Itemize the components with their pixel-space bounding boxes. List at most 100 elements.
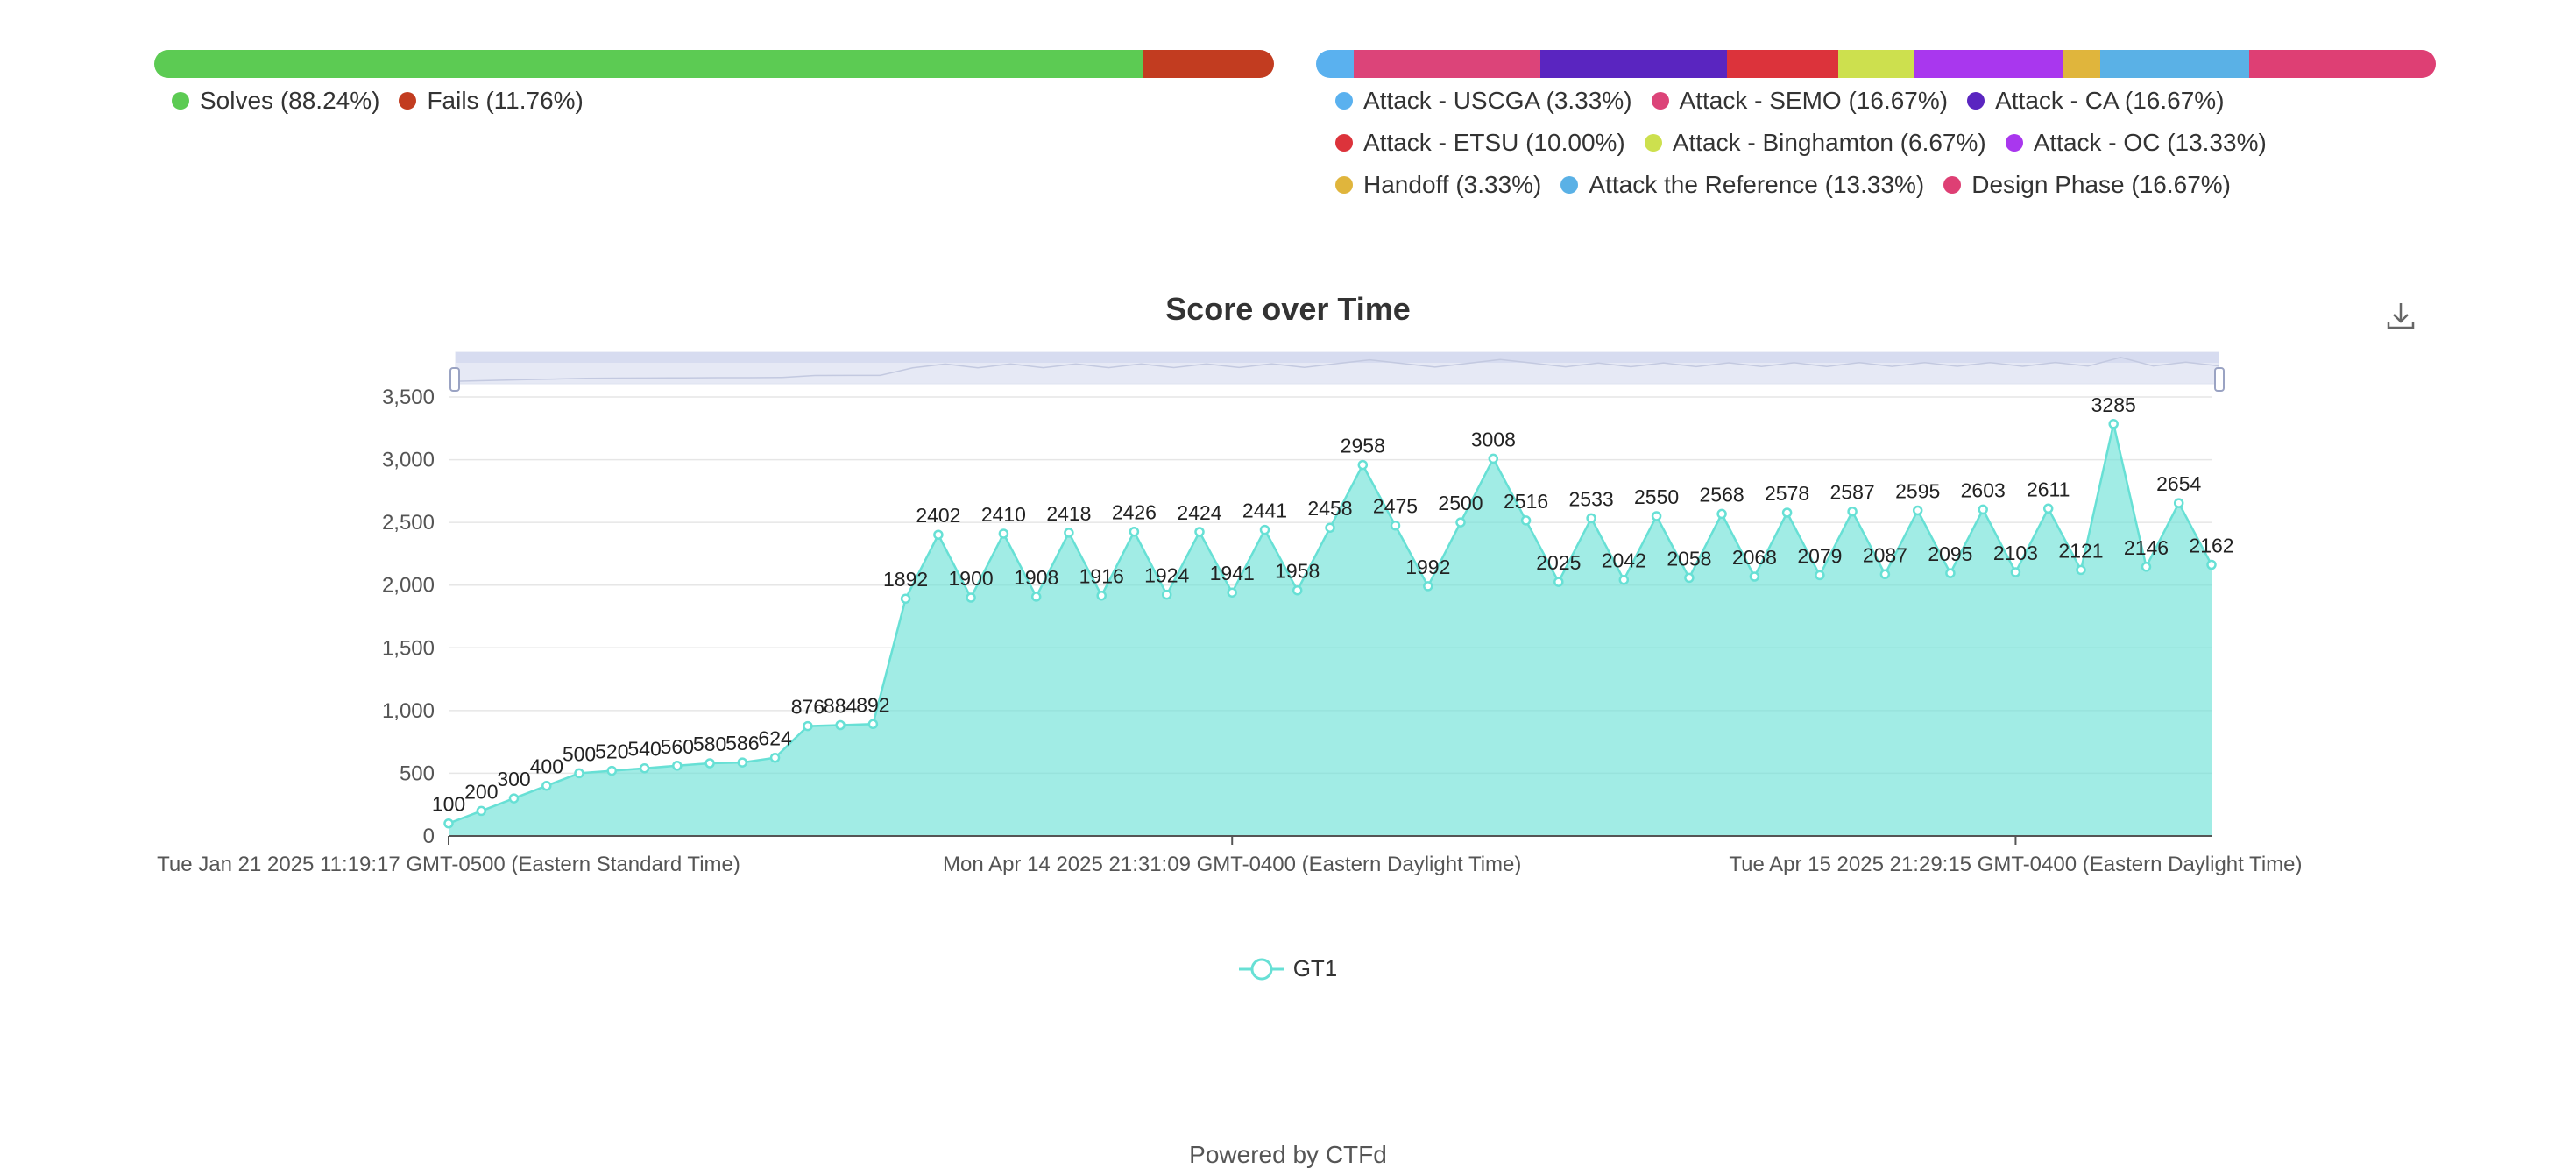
data-point[interactable] — [1520, 515, 1532, 526]
data-point[interactable] — [803, 720, 813, 732]
category-legend-item[interactable]: Attack - CA (16.67%) — [1967, 80, 2225, 122]
category-legend-item[interactable]: Handoff (3.33%) — [1335, 164, 1541, 206]
data-point[interactable] — [508, 793, 520, 804]
legend-dot-icon — [172, 92, 189, 110]
legend-label: Attack - USCGA (3.33%) — [1363, 87, 1632, 114]
category-legend-item[interactable]: Design Phase (16.67%) — [1943, 164, 2231, 206]
data-point[interactable] — [443, 818, 454, 829]
category-legend-item[interactable]: Attack - SEMO (16.67%) — [1651, 80, 1948, 122]
data-point[interactable] — [2042, 503, 2054, 514]
data-point[interactable] — [1030, 592, 1042, 602]
data-point[interactable] — [933, 529, 944, 540]
data-point[interactable] — [2010, 567, 2021, 577]
data-label: 2654 — [2156, 472, 2201, 495]
data-point[interactable] — [2173, 498, 2184, 508]
data-point[interactable] — [541, 780, 552, 791]
data-point[interactable] — [1651, 511, 1662, 521]
series-legend[interactable]: GT1 — [0, 955, 2576, 982]
category-segment[interactable] — [1353, 50, 1540, 78]
data-point[interactable] — [1390, 520, 1401, 531]
data-point[interactable] — [1684, 572, 1695, 584]
data-point[interactable] — [998, 528, 1009, 539]
data-point[interactable] — [1096, 590, 1107, 601]
data-point[interactable] — [1227, 587, 1237, 598]
data-label: 2121 — [2058, 539, 2103, 562]
data-point[interactable] — [1945, 568, 1956, 578]
legend-dot-icon — [2005, 134, 2023, 152]
data-point[interactable] — [2108, 419, 2119, 429]
data-point[interactable] — [672, 761, 683, 771]
category-segment[interactable] — [1838, 50, 1914, 78]
data-point[interactable] — [1847, 506, 1858, 517]
data-label: 2410 — [981, 503, 1026, 526]
data-point[interactable] — [1129, 526, 1140, 537]
category-legend-item[interactable]: Attack - OC (13.33%) — [2005, 122, 2267, 164]
data-point[interactable] — [867, 719, 879, 730]
data-point[interactable] — [1716, 508, 1727, 520]
data-label: 1916 — [1079, 565, 1124, 588]
download-icon[interactable] — [2383, 298, 2418, 333]
data-point[interactable] — [2141, 562, 2152, 572]
data-point[interactable] — [1781, 507, 1793, 518]
data-point[interactable] — [1292, 584, 1303, 596]
category-segment[interactable] — [1726, 50, 1839, 78]
solves-fails-legend: Solves (88.24%) Fails (11.76%) — [172, 80, 603, 122]
solves-fails-legend-item[interactable]: Fails (11.76%) — [399, 80, 584, 122]
data-label: 1908 — [1014, 566, 1058, 589]
data-point[interactable] — [1618, 574, 1630, 585]
footer-link[interactable]: Powered by CTFd — [1189, 1141, 1387, 1168]
category-segment[interactable] — [1539, 50, 1727, 78]
data-point[interactable] — [704, 758, 715, 769]
data-point[interactable] — [1357, 459, 1369, 471]
data-point[interactable] — [1161, 589, 1172, 600]
data-point[interactable] — [1815, 570, 1825, 581]
category-legend-item[interactable]: Attack the Reference (13.33%) — [1560, 164, 1924, 206]
data-point[interactable] — [2206, 559, 2217, 570]
data-point[interactable] — [1912, 505, 1923, 516]
category-legend-item[interactable]: Attack - Binghamton (6.67%) — [1644, 122, 1986, 164]
data-point[interactable] — [1325, 522, 1335, 533]
category-segment[interactable] — [1913, 50, 2063, 78]
legend-label: Attack - CA (16.67%) — [1995, 87, 2225, 114]
category-legend-item[interactable]: Attack - USCGA (3.33%) — [1335, 80, 1632, 122]
category-segment[interactable] — [1316, 50, 1354, 78]
data-point[interactable] — [737, 757, 748, 768]
data-label: 400 — [530, 755, 563, 778]
data-point[interactable] — [1749, 571, 1760, 582]
data-point[interactable] — [1586, 513, 1596, 524]
data-point[interactable] — [835, 719, 846, 731]
zoom-right-handle[interactable] — [2214, 367, 2225, 392]
category-segment[interactable] — [2248, 50, 2436, 78]
data-point[interactable] — [900, 593, 911, 604]
solves-fails-legend-item[interactable]: Solves (88.24%) — [172, 80, 379, 122]
data-point[interactable] — [476, 805, 487, 817]
data-point[interactable] — [1978, 504, 1988, 515]
data-point[interactable] — [639, 762, 650, 774]
data-point[interactable] — [1064, 528, 1074, 538]
legend-dot-icon — [399, 92, 417, 110]
data-label: 3008 — [1471, 428, 1516, 450]
solves-fails-segment[interactable] — [1142, 50, 1274, 78]
data-point[interactable] — [1259, 524, 1270, 535]
category-legend-item[interactable]: Attack - ETSU (10.00%) — [1335, 122, 1625, 164]
data-point[interactable] — [2076, 564, 2086, 576]
data-label: 2068 — [1732, 546, 1777, 569]
data-point[interactable] — [769, 752, 781, 763]
data-point[interactable] — [1423, 581, 1433, 592]
data-point[interactable] — [1455, 517, 1466, 528]
data-point[interactable] — [1488, 453, 1499, 464]
data-point[interactable] — [1553, 577, 1564, 587]
data-point[interactable] — [1879, 569, 1891, 580]
data-point[interactable] — [1194, 527, 1205, 537]
category-segment[interactable] — [2062, 50, 2100, 78]
zoom-slider-handle-bar[interactable] — [456, 352, 2219, 363]
data-point[interactable] — [966, 592, 976, 603]
zoom-left-handle[interactable] — [449, 367, 460, 392]
data-point[interactable] — [574, 768, 584, 779]
data-label: 2025 — [1536, 551, 1581, 574]
solves-fails-segment[interactable] — [154, 50, 1143, 78]
data-point[interactable] — [606, 765, 618, 776]
x-tick-label: Tue Jan 21 2025 11:19:17 GMT-0500 (Easte… — [157, 853, 740, 876]
data-label: 2533 — [1569, 487, 1614, 510]
category-segment[interactable] — [2099, 50, 2249, 78]
